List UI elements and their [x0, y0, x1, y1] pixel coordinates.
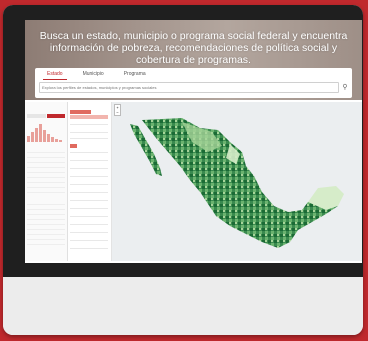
divider	[70, 152, 108, 153]
divider	[70, 184, 108, 185]
divider	[70, 224, 108, 225]
list-item[interactable]	[27, 240, 65, 245]
choropleth-map[interactable]: + −	[112, 102, 362, 261]
divider	[70, 176, 108, 177]
divider	[70, 138, 108, 139]
divider	[70, 200, 108, 201]
search-icon[interactable]: ⚲	[340, 82, 350, 93]
divider	[70, 160, 108, 161]
list-item[interactable]	[27, 188, 65, 193]
tab-programa[interactable]: Programa	[120, 70, 150, 80]
search-tabs: Estado Municipio Programa	[43, 70, 150, 80]
divider	[70, 168, 108, 169]
panel-heading	[70, 104, 108, 108]
mexico-map[interactable]	[112, 102, 362, 261]
indicator-list	[27, 148, 65, 245]
search-input[interactable]	[39, 82, 339, 93]
divider	[70, 240, 108, 241]
filter-sidebar	[25, 102, 68, 261]
view-toggle[interactable]	[27, 114, 65, 118]
toggle-option[interactable]	[27, 114, 46, 118]
selected-layer-badge[interactable]	[70, 110, 91, 114]
divider	[70, 192, 108, 193]
divider	[70, 216, 108, 217]
browser-screen: Busca un estado, municipio o programa so…	[25, 20, 362, 263]
divider	[70, 124, 108, 125]
hero-title: Busca un estado, municipio o programa so…	[39, 30, 348, 66]
distribution-histogram	[27, 124, 62, 142]
toggle-option-active[interactable]	[46, 114, 65, 118]
divider	[70, 232, 108, 233]
divider	[70, 248, 108, 249]
tab-municipio[interactable]: Municipio	[79, 70, 108, 80]
tab-estado[interactable]: Estado	[43, 70, 67, 80]
layer-panel	[68, 102, 112, 261]
laptop-base	[3, 277, 363, 335]
layer-badge[interactable]	[70, 144, 77, 148]
selected-layer[interactable]	[70, 115, 108, 119]
map-application: + −	[25, 100, 362, 263]
search-panel: Estado Municipio Programa ⚲	[35, 68, 352, 98]
region-mainland	[142, 118, 338, 248]
hero-banner: Busca un estado, municipio o programa so…	[25, 20, 362, 100]
divider	[70, 132, 108, 133]
divider	[70, 208, 108, 209]
